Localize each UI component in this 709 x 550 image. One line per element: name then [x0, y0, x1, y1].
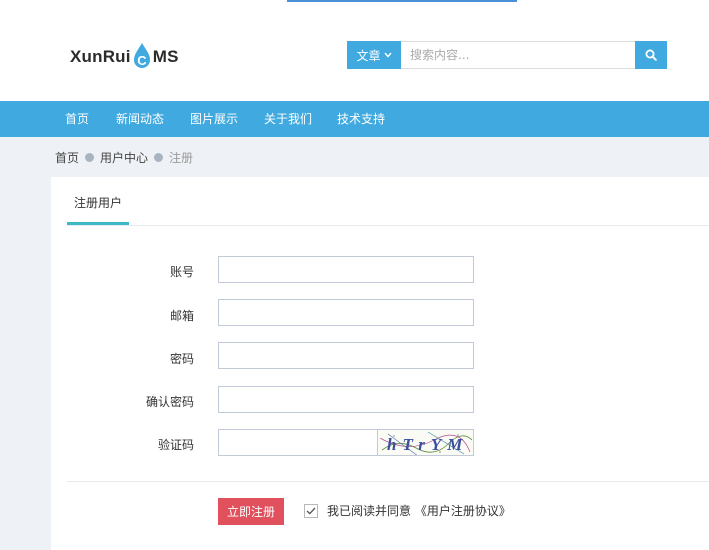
- breadcrumb-separator: [154, 152, 164, 162]
- search-type-dropdown[interactable]: 文章: [347, 41, 401, 69]
- chevron-down-icon: [383, 52, 392, 58]
- site-logo[interactable]: XunRui C MS: [70, 42, 179, 72]
- confirm-password-label: 确认密码: [145, 395, 194, 409]
- nav-item-support[interactable]: 技术支持: [337, 101, 385, 137]
- register-button[interactable]: 立即注册: [218, 498, 284, 525]
- tab-divider: [67, 225, 709, 226]
- email-field[interactable]: [218, 299, 474, 326]
- nav-item-about[interactable]: 关于我们: [264, 101, 312, 137]
- breadcrumb-user-center[interactable]: 用户中心: [100, 149, 148, 166]
- agreement-text[interactable]: 我已阅读并同意 《用户注册协议》: [327, 502, 511, 519]
- captcha-field[interactable]: [218, 429, 378, 456]
- main-nav: 首页 新闻动态 图片展示 关于我们 技术支持: [0, 101, 709, 137]
- search-bar: 文章: [347, 41, 667, 69]
- captcha-label: 验证码: [157, 438, 194, 452]
- search-icon: [645, 49, 657, 61]
- register-panel: 注册用户 账号 邮箱 密码 确认密码 验证码 hTrYM 立即注册 我已阅读并同…: [51, 177, 709, 550]
- logo-drop-icon: C: [132, 43, 152, 68]
- captcha-char: hTrYM: [387, 435, 468, 454]
- breadcrumb: 首页 用户中心 注册: [55, 149, 193, 165]
- tab-register[interactable]: 注册用户: [67, 177, 129, 225]
- search-input[interactable]: [401, 41, 635, 69]
- password-field[interactable]: [218, 342, 474, 369]
- nav-item-news[interactable]: 新闻动态: [116, 101, 164, 137]
- form-divider: [67, 481, 709, 482]
- agree-checkbox[interactable]: [304, 504, 318, 518]
- top-accent-bar: [287, 0, 517, 2]
- search-type-label: 文章: [356, 48, 381, 63]
- check-icon: [306, 507, 316, 515]
- account-field[interactable]: [218, 256, 474, 283]
- logo-text-start: XunRui: [70, 47, 131, 66]
- email-label: 邮箱: [169, 309, 194, 323]
- password-label: 密码: [169, 352, 194, 366]
- breadcrumb-current: 注册: [169, 150, 194, 165]
- header: XunRui C MS 文章: [0, 0, 709, 101]
- captcha-image[interactable]: hTrYM: [378, 429, 474, 456]
- logo-text-end: MS: [152, 47, 179, 66]
- nav-item-gallery[interactable]: 图片展示: [190, 101, 238, 137]
- logo-drop-letter: C: [137, 53, 147, 68]
- breadcrumb-separator: [85, 152, 95, 162]
- search-button[interactable]: [635, 41, 667, 69]
- account-label: 账号: [169, 265, 194, 279]
- nav-item-home[interactable]: 首页: [65, 101, 89, 137]
- breadcrumb-home[interactable]: 首页: [55, 149, 79, 166]
- confirm-password-field[interactable]: [218, 386, 474, 413]
